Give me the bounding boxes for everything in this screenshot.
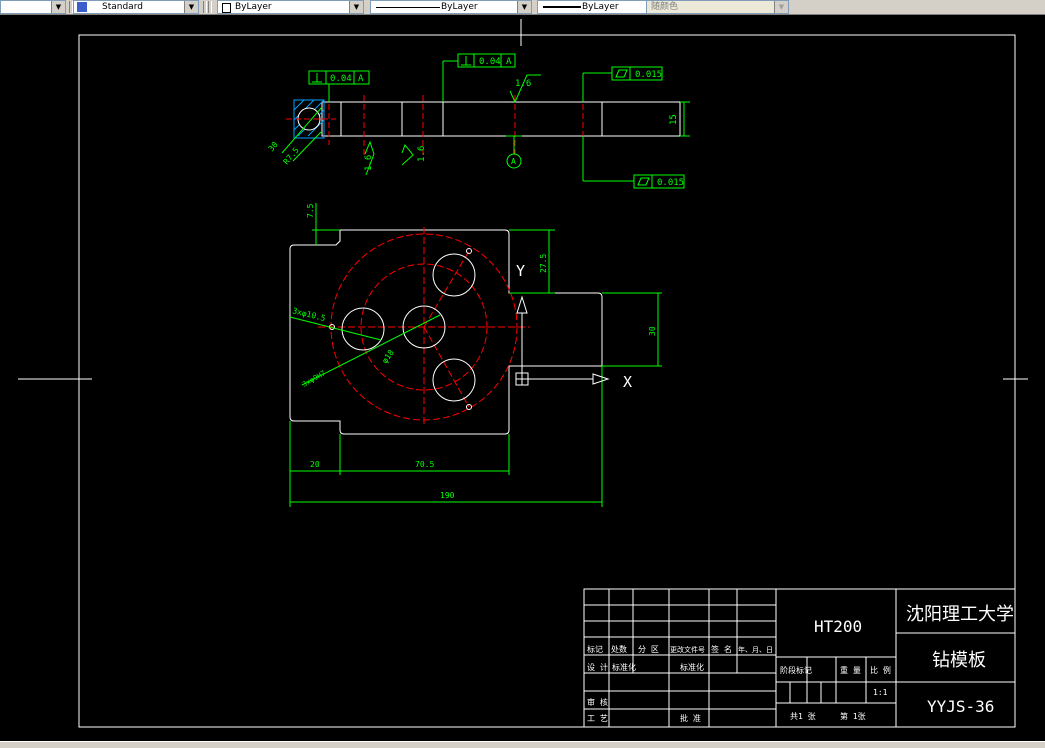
datum-a-label: A <box>511 157 516 166</box>
lineweight-value: ByLayer <box>582 2 619 12</box>
color-dropdown[interactable]: ByLayer ▼ <box>217 0 364 14</box>
center-hole-label: φ18 <box>380 348 396 365</box>
scale-value: 1:1 <box>873 688 888 697</box>
dim-190: 190 <box>440 491 455 500</box>
school-name: 沈阳理工大学 <box>906 604 1014 625</box>
flatness-bottom-value: 0.015 <box>657 178 684 188</box>
dim-30: 30 <box>648 326 657 336</box>
bolt-circle-label: 3xφ9H7 <box>301 369 327 389</box>
properties-toolbar: ▼ Standard ▼ ByLayer ▼ ByLayer ▼ ByLayer… <box>0 0 1045 15</box>
roughness-symbol-b <box>401 144 414 166</box>
standardize-1: 标准化 <box>612 662 636 672</box>
dim-70.5: 70.5 <box>415 460 434 469</box>
color-value: ByLayer <box>235 2 272 12</box>
roughness-b-value: 1.6 <box>417 146 427 162</box>
perp-tol-value: 0.04 <box>330 74 352 84</box>
stage-mark-label: 阶段标记 <box>780 665 812 675</box>
perp-tol-value-2: 0.04 <box>479 57 501 67</box>
chevron-down-icon[interactable]: ▼ <box>774 1 788 13</box>
roughness-top-value: 1.6 <box>515 79 531 89</box>
material-value: HT200 <box>814 617 862 636</box>
hdr-sign: 签 名 <box>711 644 732 654</box>
color-swatch-icon <box>222 3 231 13</box>
process-label: 工 艺 <box>587 714 608 723</box>
perp-datum: A <box>358 74 364 84</box>
drawing-number: YYJS-36 <box>927 697 994 716</box>
scale-label: 比 例 <box>870 665 891 675</box>
hdr-doc: 更改文件号 <box>670 645 705 654</box>
linetype-dropdown[interactable]: ByLayer ▼ <box>370 0 532 14</box>
chevron-down-icon[interactable]: ▼ <box>184 1 198 13</box>
sheet-no: 第 1张 <box>840 711 866 721</box>
chevron-down-icon[interactable]: ▼ <box>51 1 65 13</box>
weight-label: 重 量 <box>840 665 861 675</box>
plot-style-dropdown[interactable]: 随颜色 ▼ <box>646 0 789 14</box>
left-dim-a: 30 <box>267 140 280 153</box>
hdr-zone: 分 区 <box>638 645 659 654</box>
front-view[interactable]: 3xφ10.5 φ18 3xφ9H7 7.5 27.5 30 20 70.5 1… <box>289 203 662 507</box>
sheet-border <box>78 34 1016 728</box>
chevron-down-icon[interactable]: ▼ <box>517 1 531 13</box>
prev-dropdown[interactable]: ▼ <box>0 0 66 14</box>
thickness-value: 15 <box>669 114 679 125</box>
roughness-a-value: 1.6 <box>364 155 374 171</box>
plot-style-value: 随颜色 <box>651 2 679 12</box>
review-label: 审 核 <box>587 697 608 707</box>
lineweight-dropdown[interactable]: ByLayer ▼ <box>537 0 662 14</box>
hole-label: 3xφ10.5 <box>292 306 327 323</box>
approve-label: 批 准 <box>680 713 701 723</box>
holes <box>329 248 476 410</box>
ucs-icon <box>515 295 610 386</box>
standardize-2: 标准化 <box>680 662 704 672</box>
text-style-value: Standard <box>102 2 143 12</box>
thickness-dimension <box>680 101 690 137</box>
front-view-outline <box>289 229 603 435</box>
hdr-date: 年、月、日 <box>738 645 773 654</box>
front-dimensions <box>289 203 662 507</box>
linetype-sample-icon <box>376 7 440 8</box>
perp-datum-2: A <box>506 57 512 67</box>
dim-20: 20 <box>310 460 320 469</box>
text-style-icon <box>77 2 87 12</box>
status-bar <box>0 741 1045 748</box>
title-block-text: 标记 处数 分 区 更改文件号 签 名 年、月、日 设 计 标准化 标准化 阶段… <box>587 604 1014 723</box>
toolbar-separator <box>208 1 212 13</box>
toolbar-separator <box>203 1 207 13</box>
linetype-value: ByLayer <box>441 2 478 12</box>
centering-marks <box>18 19 1028 380</box>
axis-y-label: Y <box>516 262 525 280</box>
hdr-count: 处数 <box>611 644 627 654</box>
dim-27.5: 27.5 <box>539 254 548 273</box>
chevron-down-icon[interactable]: ▼ <box>349 1 363 13</box>
part-name: 钻模板 <box>932 650 986 671</box>
flatness-top-value: 0.015 <box>635 70 662 80</box>
dim-7.5: 7.5 <box>306 203 315 218</box>
lineweight-sample-icon <box>543 6 581 8</box>
axis-x-label: X <box>623 373 632 391</box>
drawing-canvas[interactable]: 0.04 A 0.04 A 0.015 0.015 1.6 1.6 1.6 15… <box>0 15 1045 741</box>
top-view[interactable]: 0.04 A 0.04 A 0.015 0.015 1.6 1.6 1.6 15… <box>267 53 690 189</box>
sheet-total: 共1 张 <box>790 712 816 721</box>
hdr-mark: 标记 <box>587 644 603 654</box>
text-style-dropdown[interactable]: Standard ▼ <box>73 0 199 14</box>
design-label: 设 计 <box>587 662 608 672</box>
